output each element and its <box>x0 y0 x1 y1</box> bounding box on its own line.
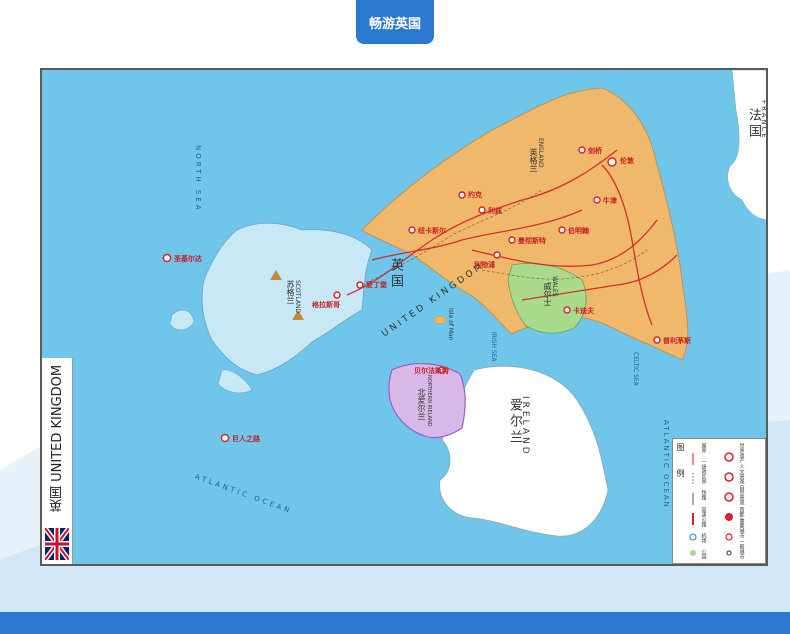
city-label-manchester[interactable]: 曼彻斯特 <box>518 236 546 246</box>
city-marker-cambridge <box>578 146 586 154</box>
sea-label-irish-sea: IRISH SEA <box>490 332 497 362</box>
legend-item: 一级政区界 <box>700 459 707 485</box>
country-label-uk: 英国 <box>388 258 403 290</box>
city-label-cambridge[interactable]: 剑桥 <box>588 146 602 156</box>
sea-label-north-sea: NORTH SEA <box>194 145 202 213</box>
uk-title-text: 英国 UNITED KINGDOM <box>50 364 65 512</box>
region-label-wales-en: WALES <box>551 276 558 297</box>
legend-item: 一般城市 <box>738 538 745 559</box>
city-marker-birmingham <box>558 226 566 234</box>
legend-item: 世界遗产 <box>738 443 745 463</box>
label-isle-of-man: Isle of Man <box>447 308 454 341</box>
legend-title: 图例 <box>676 443 685 495</box>
country-label-ireland-en: IRELAND <box>520 396 530 457</box>
city-label-london[interactable]: 伦敦 <box>620 156 634 166</box>
city-label-newcastle[interactable]: 纽卡斯尔 <box>418 226 446 236</box>
city-label-edinburgh[interactable]: 爱丁堡 <box>366 280 387 290</box>
city-label-glasgow[interactable]: 格拉斯哥 <box>312 300 340 310</box>
city-marker-leeds <box>478 206 486 214</box>
map-legend: 图例 国界 一级政区界 铁路 高速公路 机场 公园 世界遗产 人文景观 自然景观… <box>672 438 766 564</box>
city-marker-liverpool <box>493 251 501 259</box>
poi-st-kilda <box>162 253 172 263</box>
poi-label-st-kilda[interactable]: 圣基尔达 <box>174 254 202 264</box>
region-label-ni-en: NORTHERN IRELAND <box>426 375 432 427</box>
city-marker-plymouth <box>653 336 661 344</box>
city-label-cardiff[interactable]: 卡迪夫 <box>573 306 594 316</box>
legend-item: 公园 <box>700 548 707 559</box>
poi-label-giants-causeway[interactable]: 巨人之路 <box>232 434 260 444</box>
legend-item: 人文景观 <box>738 464 745 485</box>
legend-item: 自然景观 <box>738 485 745 506</box>
legend-item: 高速公路 <box>700 506 707 527</box>
city-label-birmingham[interactable]: 伯明翰 <box>568 226 589 236</box>
city-marker-newcastle <box>408 226 416 234</box>
legend-item: 重要城市 <box>738 517 745 538</box>
legend-item: 国界 <box>700 443 707 453</box>
header-title: 畅游英国 <box>368 16 421 32</box>
header-tab[interactable]: 畅游英国 <box>356 0 434 44</box>
legend-item: 铁路 <box>700 490 707 501</box>
city-marker-london <box>607 157 617 167</box>
city-marker-oxford <box>593 196 601 204</box>
sea-label-atlantic-east: ATLANTIC OCEAN <box>662 420 670 509</box>
city-label-belfast[interactable]: 贝尔法斯特 <box>414 366 449 376</box>
region-label-england-en: ENGLAND <box>537 138 544 168</box>
isle-of-man <box>433 315 447 325</box>
city-marker-edinburgh <box>356 281 364 289</box>
map-panel[interactable]: 法国 FRANCE 爱尔兰 IRELAND 英国 UNITED KINGDOM … <box>40 68 768 566</box>
legend-column-lines: 国界 一级政区界 铁路 高速公路 机场 公园 <box>699 443 709 559</box>
legend-column-points: 世界遗产 人文景观 自然景观 首都 重要城市 一般城市 <box>737 443 747 559</box>
uk-flag-icon <box>45 528 69 560</box>
legend-item: 首都 <box>738 506 745 517</box>
sea-label-celtic-sea: CELTIC SEA <box>632 352 639 386</box>
city-marker-cardiff <box>563 306 571 314</box>
legend-item: 机场 <box>700 532 707 543</box>
country-label-france-en: FRANCE <box>760 100 768 140</box>
poi-outer-islands <box>220 433 230 443</box>
uk-title-strip: 英国 UNITED KINGDOM <box>42 358 73 564</box>
city-label-york[interactable]: 约克 <box>468 190 482 200</box>
city-marker-york <box>458 191 466 199</box>
city-marker-manchester <box>508 236 516 244</box>
region-label-scotland-en: SCOTLAND <box>294 280 301 314</box>
city-label-leeds[interactable]: 利兹 <box>488 206 502 216</box>
city-label-oxford[interactable]: 牛津 <box>603 196 617 206</box>
city-label-plymouth[interactable]: 普利茅斯 <box>663 336 691 346</box>
city-marker-glasgow <box>333 291 341 299</box>
city-label-liverpool[interactable]: 利物浦 <box>474 260 495 270</box>
